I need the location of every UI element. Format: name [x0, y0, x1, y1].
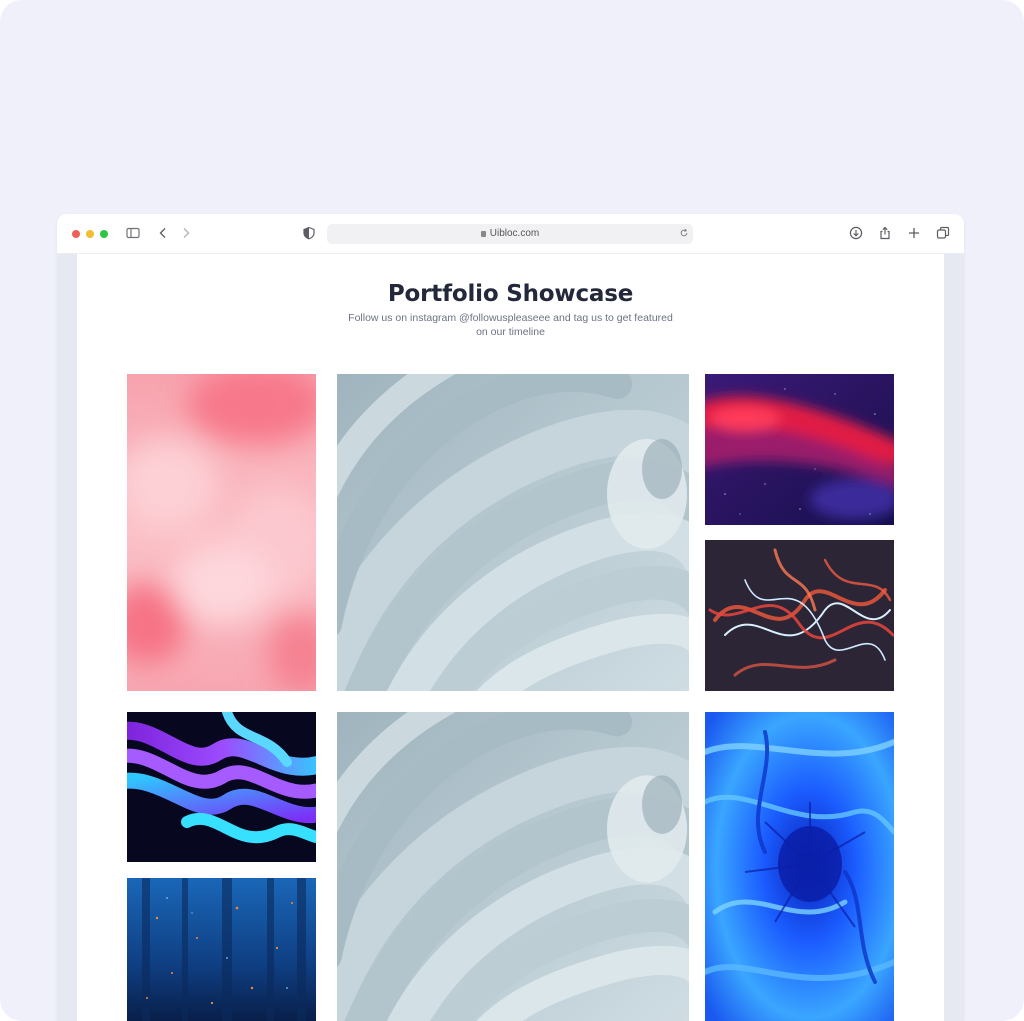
- gallery-image-blue-marble[interactable]: [705, 712, 894, 1021]
- maximize-window-button[interactable]: [100, 230, 108, 238]
- page-subtitle: Follow us on instagram @followuspleaseee…: [348, 312, 673, 338]
- background-canvas: Uibloc.com Portfolio Showcase Follow us …: [0, 0, 1024, 1021]
- gallery-image-red-streak[interactable]: [705, 374, 894, 525]
- gallery-image-pink-clouds[interactable]: [127, 374, 316, 691]
- tabs-overview-icon[interactable]: [934, 224, 952, 242]
- close-window-button[interactable]: [72, 230, 80, 238]
- browser-window: Uibloc.com Portfolio Showcase Follow us …: [57, 214, 964, 1021]
- address-bar[interactable]: Uibloc.com: [327, 224, 693, 244]
- download-icon[interactable]: [847, 224, 865, 242]
- gallery-image-light-trails[interactable]: [705, 540, 894, 691]
- gallery-image-neon-layers[interactable]: [127, 712, 316, 862]
- gallery-image-swirl-waves[interactable]: [337, 374, 689, 691]
- page-title: Portfolio Showcase: [387, 281, 634, 307]
- sidebar-icon[interactable]: [124, 224, 142, 242]
- url-display: Uibloc.com: [327, 228, 693, 239]
- new-tab-icon[interactable]: [905, 224, 923, 242]
- forward-icon[interactable]: [177, 224, 195, 242]
- gallery-image-swirl-waves-2[interactable]: [337, 712, 689, 1021]
- gallery-image-blue-rain[interactable]: [127, 878, 316, 1021]
- browser-toolbar: Uibloc.com: [57, 214, 964, 254]
- lock-icon: [480, 231, 486, 237]
- share-icon[interactable]: [876, 224, 894, 242]
- minimize-window-button[interactable]: [86, 230, 94, 238]
- url-text: Uibloc.com: [489, 228, 540, 239]
- page-content: Portfolio Showcase Follow us on instagra…: [77, 254, 944, 1021]
- reload-icon[interactable]: [676, 225, 692, 241]
- shield-icon[interactable]: [300, 224, 318, 242]
- back-icon[interactable]: [154, 224, 172, 242]
